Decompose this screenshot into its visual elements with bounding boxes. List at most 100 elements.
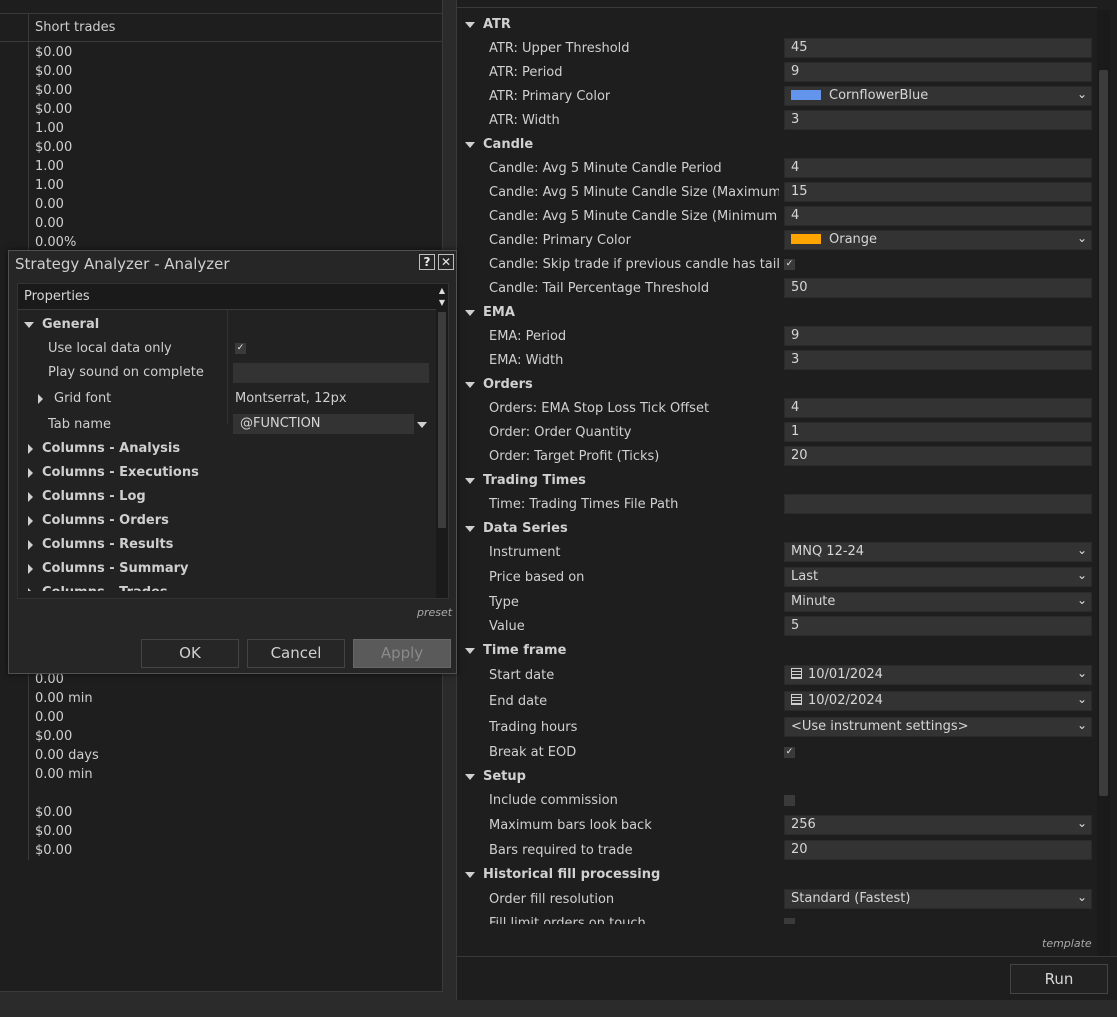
section-trading-times[interactable]: Trading Times [457,469,1097,493]
collapse-caret-icon[interactable] [465,382,475,388]
chevron-down-icon[interactable]: ⌄ [1077,890,1087,904]
template-link[interactable]: template [1042,937,1092,950]
candle-avg-min-input[interactable]: 4 [784,206,1092,226]
chevron-down-icon[interactable]: ⌄ [1077,231,1087,245]
value-input[interactable]: 5 [784,616,1092,636]
expand-caret-icon[interactable] [28,468,33,478]
scrollbar-thumb[interactable] [1099,70,1108,796]
run-button[interactable]: Run [1010,964,1108,994]
expand-caret-icon[interactable] [38,394,43,404]
section-trading-times-label: Trading Times [483,473,586,488]
atr-period-input[interactable]: 9 [784,62,1092,82]
chevron-down-icon[interactable]: ⌄ [1077,816,1087,830]
apply-button[interactable]: Apply [353,639,451,668]
order-fill-resolution-select[interactable]: Standard (Fastest) ⌄ [784,889,1092,909]
properties-scrollbar[interactable] [436,310,448,598]
play-sound-input[interactable] [233,363,429,383]
start-date-picker[interactable]: 10/01/2024 ⌄ [784,665,1092,685]
include-commission-checkbox[interactable]: ✓ [784,795,795,806]
candle-tail-threshold-input[interactable]: 50 [784,278,1092,298]
section-data-series[interactable]: Data Series [457,517,1097,541]
candle-avg-period-input[interactable]: 4 [784,158,1092,178]
section-columns-analysis[interactable]: Columns - Analysis [18,437,438,461]
dropdown-caret-icon[interactable] [417,422,427,428]
expand-caret-icon[interactable] [28,588,33,591]
expand-caret-icon[interactable] [28,516,33,526]
candle-color-select[interactable]: Orange ⌄ [784,230,1092,250]
ema-width-input[interactable]: 3 [784,350,1092,370]
price-based-on-select[interactable]: Last ⌄ [784,567,1092,587]
use-local-data-checkbox[interactable]: ✓ [235,343,246,354]
candle-avg-max-input[interactable]: 15 [784,182,1092,202]
end-date-picker[interactable]: 10/02/2024 ⌄ [784,691,1092,711]
max-bars-select[interactable]: 256 ⌄ [784,815,1092,835]
prop-grid-font: Grid font Montserrat, 12px [18,387,438,411]
prop-play-sound: Play sound on complete [18,361,438,385]
chevron-down-icon[interactable]: ⌄ [1077,666,1087,680]
properties-scrollbar[interactable] [1097,10,1110,956]
section-candle[interactable]: Candle [457,133,1097,157]
column-header-short-trades[interactable]: Short trades [28,13,443,42]
scrollbar-thumb[interactable] [438,312,446,528]
collapse-caret-icon[interactable] [465,774,475,780]
expand-caret-icon[interactable] [28,540,33,550]
collapse-caret-icon[interactable] [465,310,475,316]
expand-caret-icon[interactable] [28,564,33,574]
chevron-down-icon[interactable]: ⌄ [1077,593,1087,607]
collapse-caret-icon[interactable] [465,648,475,654]
chevron-down-icon[interactable]: ⌄ [1077,543,1087,557]
chevron-down-icon[interactable]: ⌄ [1077,568,1087,582]
chevron-down-icon[interactable]: ⌄ [1077,692,1087,706]
atr-upper-threshold-input[interactable]: 45 [784,38,1092,58]
fill-limit-checkbox[interactable]: ✓ [784,918,795,924]
collapse-caret-icon[interactable] [465,872,475,878]
ema-period-input[interactable]: 9 [784,326,1092,346]
atr-width-input[interactable]: 3 [784,110,1092,130]
chevron-down-icon[interactable]: ⌄ [1077,87,1087,101]
trading-times-path-input[interactable] [784,494,1092,514]
stop-offset-input[interactable]: 4 [784,398,1092,418]
preset-link[interactable]: preset [417,606,452,619]
section-label: Columns - Results [42,537,174,552]
order-quantity-input[interactable]: 1 [784,422,1092,442]
section-columns-executions[interactable]: Columns - Executions [18,461,438,485]
collapse-caret-icon[interactable] [465,526,475,532]
trading-hours-select[interactable]: <Use instrument settings> ⌄ [784,717,1092,737]
collapse-caret-icon[interactable] [465,22,475,28]
skip-trade-checkbox[interactable]: ✓ [784,259,795,270]
collapse-caret-icon[interactable] [465,142,475,148]
section-columns-summary[interactable]: Columns - Summary [18,557,438,581]
help-icon[interactable]: ? [419,254,435,270]
break-at-eod-checkbox[interactable]: ✓ [784,747,795,758]
section-columns-results[interactable]: Columns - Results [18,533,438,557]
scroll-arrows-icon[interactable]: ▲ ▼ [436,284,448,310]
expand-caret-icon[interactable] [28,492,33,502]
instrument-select[interactable]: MNQ 12-24 ⌄ [784,542,1092,562]
section-orders[interactable]: Orders [457,373,1097,397]
section-setup[interactable]: Setup [457,765,1097,789]
chevron-down-icon[interactable]: ⌄ [1077,718,1087,732]
section-columns-orders[interactable]: Columns - Orders [18,509,438,533]
target-profit-input[interactable]: 20 [784,446,1092,466]
expand-caret-icon[interactable] [28,444,33,454]
section-atr[interactable]: ATR [457,13,1097,37]
cancel-button[interactable]: Cancel [247,639,345,668]
top-dropdown-edge[interactable] [457,0,1097,8]
prop-candle-avg-max: Candle: Avg 5 Minute Candle Size (Maximu… [457,181,1097,205]
collapse-caret-icon[interactable] [24,322,34,328]
section-columns-log[interactable]: Columns - Log [18,485,438,509]
properties-header: Properties [18,284,448,310]
grid-font-value[interactable]: Montserrat, 12px [235,391,347,406]
ok-button[interactable]: OK [141,639,239,668]
section-general[interactable]: General [18,313,438,337]
type-select[interactable]: Minute ⌄ [784,592,1092,612]
section-columns-trades[interactable]: Columns - Trades [18,581,438,591]
section-historical-fill[interactable]: Historical fill processing [457,863,1097,887]
section-ema[interactable]: EMA [457,301,1097,325]
collapse-caret-icon[interactable] [465,478,475,484]
close-icon[interactable]: ✕ [438,254,454,270]
tab-name-input[interactable]: @FUNCTION [233,414,414,434]
section-time-frame[interactable]: Time frame [457,639,1097,663]
atr-color-select[interactable]: CornflowerBlue ⌄ [784,86,1092,106]
bars-required-input[interactable]: 20 [784,840,1092,860]
